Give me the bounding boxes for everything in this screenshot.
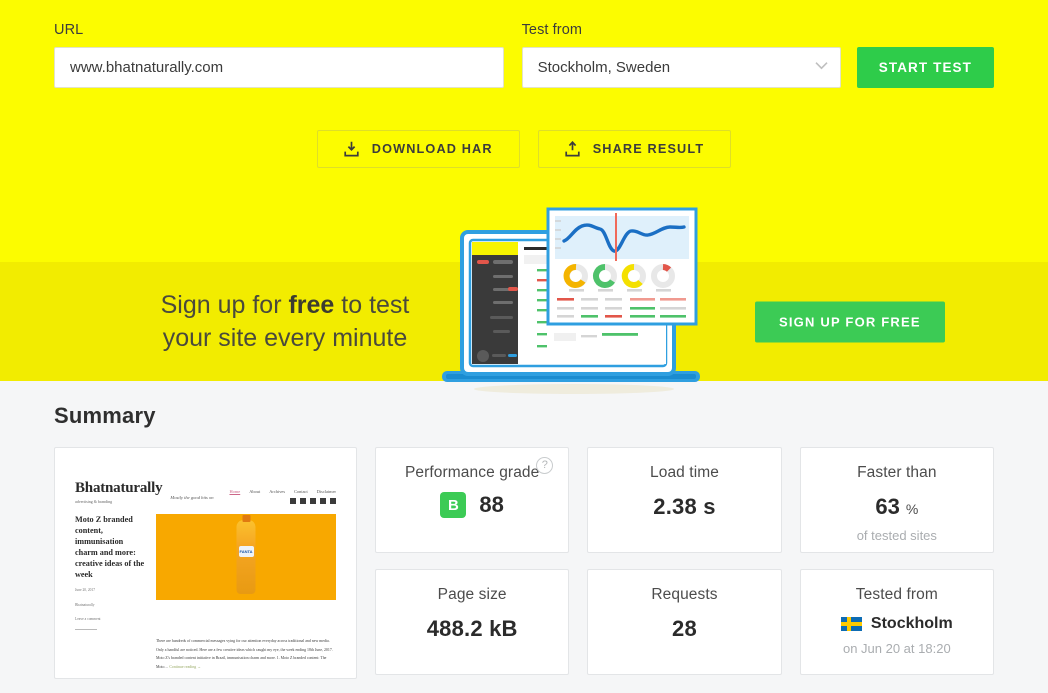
requests-value: 28	[672, 616, 697, 641]
faster-than-label: Faster than	[857, 464, 937, 481]
metric-cards-row-2: Page size 488.2 kB Requests 28 Tested fr…	[375, 569, 994, 675]
faster-than-card: Faster than 63 % of tested sites	[799, 447, 994, 553]
download-har-button[interactable]: DOWNLOAD HAR	[316, 130, 520, 168]
url-input[interactable]	[54, 47, 504, 88]
faster-than-value: 63	[875, 494, 900, 519]
performance-grade-value-row: B 88	[440, 492, 504, 518]
url-label: URL	[54, 22, 84, 38]
load-time-value: 2.38 s	[653, 494, 716, 519]
instagram-icon	[320, 498, 326, 504]
location-field-group: Test from	[521, 22, 841, 88]
site-slogan: Mostly the good bits on	[170, 495, 214, 500]
location-select[interactable]	[521, 47, 841, 88]
site-excerpt: There are hundreds of commercial message…	[67, 630, 344, 671]
site-tagline: advertising & branding	[75, 499, 113, 504]
download-icon	[344, 141, 359, 157]
site-screenshot-thumbnail[interactable]: Bhatnaturally advertising & branding Mos…	[54, 447, 357, 679]
summary-title: Summary	[54, 403, 156, 428]
banner-line1-post: to test	[334, 290, 410, 319]
site-logo: Bhatnaturally	[75, 480, 163, 496]
help-icon[interactable]: ?	[536, 457, 554, 474]
tested-from-city: Stockholm	[870, 615, 953, 632]
site-meta-date: June 20, 2017	[75, 588, 96, 593]
site-body: Moto Z branded content, immunisation cha…	[67, 504, 344, 631]
site-meta-comment: Leave a comment	[75, 617, 101, 622]
requests-card: Requests 28	[587, 569, 782, 675]
url-field-group: URL	[54, 22, 504, 88]
download-har-label: DOWNLOAD HAR	[371, 142, 493, 156]
percent-symbol: %	[905, 501, 919, 517]
site-nav-items: Home About Archives Contact Disclaimer	[229, 489, 336, 494]
site-nav-item: Disclaimer	[316, 489, 336, 494]
site-headline: Moto Z branded content, immunisation cha…	[75, 515, 145, 580]
site-header: Bhatnaturally advertising & branding Mos…	[67, 458, 344, 504]
tested-from-card: Tested from Stockholm on Jun 20 at 18:20	[799, 569, 994, 675]
metric-cards-row-1: Performance grade ? B 88 Load time 2.38 …	[375, 447, 994, 553]
requests-label: Requests	[651, 586, 718, 603]
start-test-button[interactable]: START TEST	[856, 47, 994, 88]
site-tags: Posted in advertising Tagged advertising	[67, 671, 344, 678]
page-size-value: 488.2 kB	[426, 616, 518, 641]
site-hero-image: FANTA	[156, 514, 336, 600]
site-nav-item: Home	[229, 489, 241, 494]
site-nav-item: About	[249, 489, 261, 494]
bottle-label: FANTA	[238, 546, 254, 557]
banner-line1-pre: Sign up for	[160, 290, 289, 319]
signup-for-free-button[interactable]: SIGN UP FOR FREE	[755, 301, 945, 342]
share-icon	[565, 141, 580, 157]
location-select-wrap	[521, 47, 841, 88]
metric-cards: Performance grade ? B 88 Load time 2.38 …	[375, 447, 994, 691]
site-nav-item: Contact	[294, 489, 308, 494]
share-result-button[interactable]: SHARE RESULT	[537, 130, 732, 168]
performance-grade-card: Performance grade ? B 88	[375, 447, 570, 553]
site-preview: Bhatnaturally advertising & branding Mos…	[67, 458, 344, 678]
site-divider	[75, 629, 97, 631]
page-size-card: Page size 488.2 kB	[375, 569, 570, 675]
site-nav: Home About Archives Contact Disclaimer	[229, 489, 336, 504]
grade-badge: B	[440, 492, 467, 518]
summary-section: Summary Bhatnaturally advertising & bran…	[0, 381, 1048, 691]
test-form-row: URL Test from START TEST	[0, 0, 1048, 88]
banner-line1-strong: free	[288, 290, 335, 319]
location-label: Test from	[521, 22, 583, 38]
twitter-icon	[300, 498, 306, 504]
load-time-label: Load time	[650, 464, 719, 481]
laptop-dashboard-illustration	[424, 199, 734, 399]
site-article-meta: Moto Z branded content, immunisation cha…	[75, 514, 147, 631]
performance-score: 88	[479, 492, 504, 517]
share-result-label: SHARE RESULT	[592, 142, 705, 156]
site-meta-author: Bhatnaturally	[75, 602, 95, 607]
result-actions: DOWNLOAD HAR SHARE RESULT	[0, 130, 1048, 168]
signup-banner-text: Sign up for free to test your site every…	[120, 288, 450, 355]
linkedin-icon	[310, 498, 316, 504]
sweden-flag-icon	[840, 617, 862, 631]
page-size-label: Page size	[437, 586, 507, 603]
performance-grade-label: Performance grade	[404, 464, 540, 481]
tested-from-label: Tested from	[855, 586, 938, 603]
tested-from-location-row: Stockholm	[840, 615, 953, 633]
site-nav-item: Archives	[269, 489, 286, 494]
mail-icon	[290, 498, 296, 504]
site-continue-reading-link[interactable]: Continue reading →	[169, 665, 201, 669]
site-social-icons	[229, 498, 336, 504]
tested-from-timestamp: on Jun 20 at 18:20	[842, 641, 951, 656]
summary-grid: Bhatnaturally advertising & branding Mos…	[54, 447, 994, 691]
load-time-card: Load time 2.38 s	[587, 447, 782, 553]
faster-than-value-row: 63 %	[875, 494, 918, 520]
faster-than-subtext: of tested sites	[856, 528, 937, 543]
banner-line2: your site every minute	[162, 323, 408, 352]
bottle-graphic: FANTA	[236, 520, 256, 594]
youtube-icon	[330, 498, 336, 504]
signup-banner: Sign up for free to test your site every…	[0, 207, 1048, 394]
